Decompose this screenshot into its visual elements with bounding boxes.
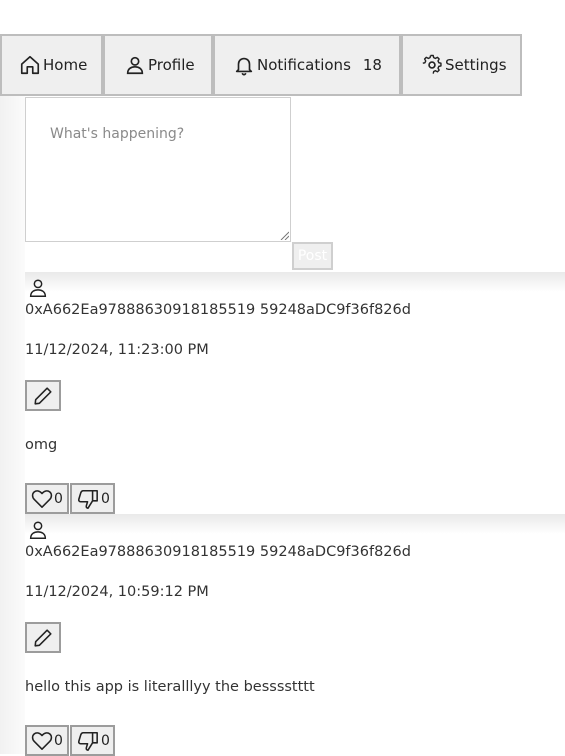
dislike-count: 0 [101, 490, 110, 507]
edit-post-button[interactable] [25, 622, 61, 653]
thumbs-down-icon [77, 731, 98, 751]
post-textarea-placeholder: What's happening? [50, 126, 185, 142]
nav-home[interactable]: Home [0, 34, 103, 96]
left-gutter [0, 96, 25, 754]
dislike-button[interactable]: 0 [70, 483, 115, 514]
nav-profile[interactable]: Profile [103, 34, 213, 96]
like-count: 0 [54, 732, 63, 749]
nav-profile-label: Profile [148, 56, 195, 74]
post-timestamp: 11/12/2024, 10:59:12 PM [25, 584, 209, 600]
post-textarea[interactable]: What's happening? [25, 97, 291, 242]
post-author-address[interactable]: 0xA662Ea97888630918185519 59248aDC9f36f8… [25, 544, 411, 560]
heart-icon [31, 731, 53, 750]
gear-icon [422, 54, 442, 74]
post-timestamp: 11/12/2024, 11:23:00 PM [25, 342, 209, 358]
heart-icon [31, 489, 53, 508]
resize-grip-icon[interactable] [279, 230, 289, 240]
nav-settings[interactable]: Settings [401, 34, 522, 96]
thumbs-down-icon [77, 489, 98, 509]
pencil-icon [34, 386, 52, 405]
post-button[interactable]: Post [292, 242, 333, 270]
like-button[interactable]: 0 [25, 483, 69, 514]
post-composer: What's happening? Post [25, 97, 565, 272]
dislike-button[interactable]: 0 [70, 725, 115, 756]
nav-notifications[interactable]: Notifications 18 [213, 34, 401, 96]
home-icon [20, 55, 40, 75]
dislike-count: 0 [101, 732, 110, 749]
notification-count-badge: 18 [362, 56, 382, 74]
nav-home-label: Home [43, 56, 88, 74]
composer-footer [25, 242, 291, 271]
avatar-user-icon [29, 521, 47, 539]
user-icon [126, 56, 144, 75]
post-author-address[interactable]: 0xA662Ea97888630918185519 59248aDC9f36f8… [25, 302, 411, 318]
edit-post-button[interactable] [25, 380, 61, 411]
avatar-user-icon [29, 279, 47, 297]
top-nav: Home Profile Notifications 18 Settings [0, 34, 522, 96]
post-card: 0xA662Ea97888630918185519 59248aDC9f36f8… [25, 272, 565, 514]
post-card: 0xA662Ea97888630918185519 59248aDC9f36f8… [25, 514, 565, 756]
like-count: 0 [54, 490, 63, 507]
like-button[interactable]: 0 [25, 725, 69, 756]
bell-icon [235, 57, 253, 76]
pencil-icon [34, 628, 52, 647]
post-content: omg [25, 437, 58, 453]
post-content: hello this app is literalllyy the bessss… [25, 679, 315, 695]
nav-notifications-label: Notifications [257, 56, 351, 74]
nav-settings-label: Settings [445, 56, 507, 74]
